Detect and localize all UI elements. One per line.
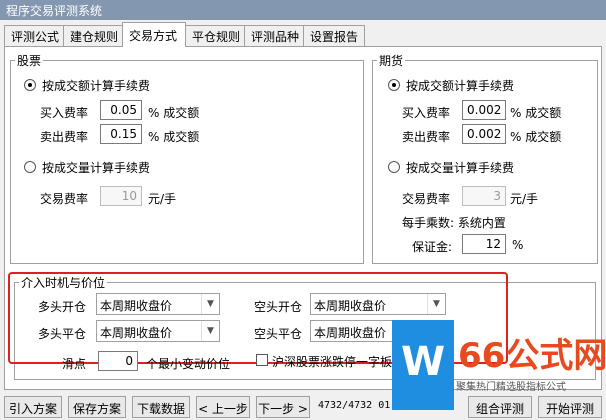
stock-by-volume-radio[interactable] [24,161,36,173]
short-close-value: 本周期收盘价 [314,326,387,340]
chevron-down-icon: ▼ [201,321,219,341]
watermark-logo-icon: W [392,320,454,410]
slippage-unit: 个最小变动价位 [146,357,231,371]
stock-trade-rate-label: 交易费率 [40,192,89,206]
limit-board-checkbox[interactable] [256,354,268,366]
tab-formula[interactable]: 评测公式 [4,25,64,46]
import-plan-button[interactable]: 引入方案 [4,396,62,418]
short-close-label: 空头平仓 [254,327,303,341]
futures-by-volume-radio[interactable] [388,161,400,173]
tab-instruments[interactable]: 评测品种 [244,25,304,46]
stock-trade-rate-unit: 元/手 [148,192,177,206]
futures-sell-rate-input[interactable] [462,124,506,144]
slippage-label: 滑点 [62,357,87,371]
stock-trade-rate-input[interactable] [100,186,142,206]
prev-step-button[interactable]: < 上一步 [196,396,250,418]
futures-sell-rate-label: 卖出费率 [402,130,451,144]
futures-group-title: 期货 [379,54,404,68]
stock-by-amount-label: 按成交额计算手续费 [42,79,151,93]
watermark-title: 66公式网 [458,336,606,376]
futures-buy-rate-input[interactable] [462,100,506,120]
futures-by-amount-label: 按成交额计算手续费 [406,79,515,93]
stock-group-title: 股票 [17,54,42,68]
stock-buy-rate-unit: % 成交额 [148,106,200,120]
stock-by-amount-radio[interactable] [24,79,36,91]
futures-by-volume-label: 按成交量计算手续费 [406,161,515,175]
window-title: 程序交易评测系统 [0,0,606,20]
chevron-down-icon: ▼ [201,294,219,314]
stock-buy-rate-label: 买入费率 [40,106,89,120]
long-open-value: 本周期收盘价 [100,299,173,313]
next-step-button[interactable]: 下一步 > [256,396,310,418]
tab-trade-method[interactable]: 交易方式 [122,22,186,47]
futures-trade-rate-label: 交易费率 [402,192,451,206]
limit-board-label: 沪深股票涨跌停一字板 [272,355,393,369]
futures-buy-rate-label: 买入费率 [402,106,451,120]
stock-sell-rate-input[interactable] [100,124,142,144]
futures-by-amount-radio[interactable] [388,79,400,91]
stock-buy-rate-input[interactable] [100,100,142,120]
slippage-input[interactable] [98,351,138,371]
futures-margin-unit: % [512,238,524,252]
long-open-select[interactable]: 本周期收盘价 ▼ [96,293,220,315]
short-open-value: 本周期收盘价 [314,299,387,313]
futures-buy-rate-unit: % 成交额 [510,106,562,120]
download-data-button[interactable]: 下载数据 [132,396,190,418]
long-close-select[interactable]: 本周期收盘价 ▼ [96,320,220,342]
watermark-subtitle: 聚集热门精选股指标公式 [456,382,566,393]
start-test-button[interactable]: 开始评测 [538,396,602,418]
futures-sell-rate-unit: % 成交额 [510,130,562,144]
tab-open-rules[interactable]: 建仓规则 [63,25,123,46]
stock-by-volume-label: 按成交量计算手续费 [42,161,151,175]
long-open-label: 多头开仓 [38,300,87,314]
stock-sell-rate-label: 卖出费率 [40,130,89,144]
tab-close-rules[interactable]: 平仓规则 [185,25,245,46]
tab-bar: 评测公式 建仓规则 交易方式 平仓规则 评测品种 设置报告 [0,22,606,47]
tab-report[interactable]: 设置报告 [303,25,365,46]
futures-multiplier-text: 每手乘数: 系统内置 [402,216,506,230]
chevron-down-icon: ▼ [427,294,445,314]
stock-sell-rate-unit: % 成交额 [148,130,200,144]
long-close-label: 多头平仓 [38,327,87,341]
short-open-label: 空头开仓 [254,300,303,314]
futures-trade-rate-unit: 元/手 [510,192,539,206]
futures-trade-rate-input[interactable] [462,186,506,206]
short-open-select[interactable]: 本周期收盘价 ▼ [310,293,446,315]
futures-margin-input[interactable] [462,234,506,254]
long-close-value: 本周期收盘价 [100,326,173,340]
futures-margin-label: 保证金: [412,240,453,254]
combo-test-button[interactable]: 组合评测 [468,396,532,418]
save-plan-button[interactable]: 保存方案 [68,396,126,418]
